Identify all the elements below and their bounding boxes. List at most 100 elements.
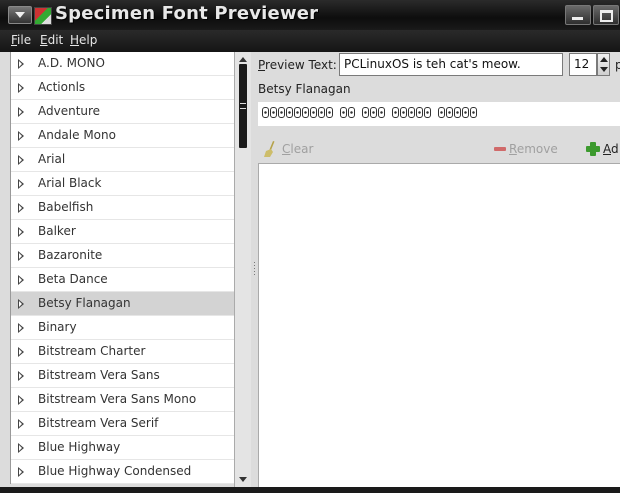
font-list-item-label: Babelfish [38,200,94,214]
spin-up-arrow-icon[interactable] [600,57,608,62]
expander-triangle-icon[interactable] [18,275,24,285]
title-bar[interactable]: Specimen Font Previewer [0,0,620,30]
expander-triangle-icon[interactable] [18,203,24,213]
remove-button-accel: R [509,142,517,156]
font-list[interactable]: A.D. MONO Actionls Adventure Andale Mono… [10,52,234,484]
remove-minus-icon [494,147,506,151]
font-list-item-label: Blue Highway Condensed [38,464,192,478]
font-size-unit-label: p [615,58,620,72]
font-sample-preview [258,102,620,126]
font-list-item[interactable]: Bitstream Vera Serif [11,412,234,436]
app-window: Specimen Font Previewer File Edit Help A… [0,0,620,493]
pane-divider-handle[interactable] [251,52,258,488]
clear-button-label: lear [290,142,314,156]
expander-triangle-icon[interactable] [18,371,24,381]
expander-triangle-icon[interactable] [18,251,24,261]
window-title: Specimen Font Previewer [55,3,319,24]
font-list-item-label: Andale Mono [38,128,116,142]
scroll-up-arrow-icon[interactable] [239,57,247,62]
font-list-item[interactable]: Bitstream Vera Sans Mono [11,388,234,412]
menu-help-accel: H [70,33,80,47]
minimize-button[interactable] [565,5,591,25]
expander-triangle-icon[interactable] [18,467,24,477]
font-list-item[interactable]: Arial [11,148,234,172]
font-list-item-label: Bitstream Charter [38,344,146,358]
window-bottom-edge [0,487,620,493]
preview-toolbar: Clear Remove Ad [258,132,620,166]
add-button-label: d [611,142,619,156]
font-list-item[interactable]: Blue Highway [11,436,234,460]
maximize-button[interactable] [593,5,619,25]
preview-panel: Preview Text: PCLinuxOS is teh cat's meo… [258,52,620,493]
add-plus-icon [586,142,600,156]
font-list-item[interactable]: Balker [11,220,234,244]
font-list-item[interactable]: Bitstream Vera Sans [11,364,234,388]
menu-file-label: ile [17,33,32,47]
broom-icon [264,141,275,157]
expander-triangle-icon[interactable] [18,227,24,237]
font-list-item-label: Balker [38,224,76,238]
font-list-item-label: Blue Highway [38,440,121,454]
font-list-item-label: Betsy Flanagan [38,296,131,310]
expander-triangle-icon[interactable] [18,155,24,165]
add-button[interactable]: Ad [603,142,619,156]
font-list-item-label: Arial Black [38,176,102,190]
expander-triangle-icon[interactable] [18,443,24,453]
window-menu-button[interactable] [8,6,32,24]
font-list-item-label: Bitstream Vera Sans Mono [38,392,197,406]
font-list-item[interactable]: Bazaronite [11,244,234,268]
font-list-item[interactable]: Arial Black [11,172,234,196]
font-list-item-selected[interactable]: Betsy Flanagan [11,292,234,316]
spin-down-arrow-icon[interactable] [600,67,608,72]
menu-help[interactable]: Help [70,33,97,47]
expander-triangle-icon[interactable] [18,323,24,333]
expander-triangle-icon[interactable] [18,83,24,93]
preview-text-label-rest: review Text: [265,58,337,72]
menu-file[interactable]: File [11,33,31,47]
preview-font-name: Betsy Flanagan [258,82,351,96]
preview-canvas[interactable] [258,163,620,493]
font-list-item-label: A.D. MONO [38,56,105,70]
font-list-item[interactable]: Blue Highway Condensed [11,460,234,484]
font-sample-glyphs [262,107,478,118]
font-list-scrollbar[interactable] [234,52,251,488]
font-list-item-label: Bitstream Vera Sans [38,368,160,382]
app-icon [34,7,52,25]
expander-triangle-icon[interactable] [18,179,24,189]
preview-text-label: Preview Text: [258,58,337,72]
font-list-item[interactable]: A.D. MONO [11,52,234,76]
menu-edit-accel: E [40,33,48,47]
font-size-input[interactable]: 12 [569,53,597,76]
font-list-item-label: Binary [38,320,77,334]
font-list-item[interactable]: Binary [11,316,234,340]
menu-edit-label: dit [47,33,64,47]
font-list-item[interactable]: Bitstream Charter [11,340,234,364]
font-list-item-label: Bazaronite [38,248,103,262]
font-list-item[interactable]: Andale Mono [11,124,234,148]
menu-help-label: elp [79,33,98,47]
font-list-item[interactable]: Babelfish [11,196,234,220]
font-list-item[interactable]: Actionls [11,76,234,100]
scrollbar-thumb[interactable] [239,64,247,148]
expander-triangle-icon[interactable] [18,395,24,405]
font-list-item[interactable]: Adventure [11,100,234,124]
font-list-item[interactable]: Beta Dance [11,268,234,292]
expander-triangle-icon[interactable] [18,347,24,357]
expander-triangle-icon[interactable] [18,59,24,69]
expander-triangle-icon[interactable] [18,419,24,429]
clear-button[interactable]: Clear [282,142,313,156]
scroll-down-arrow-icon[interactable] [239,477,247,482]
remove-button[interactable]: Remove [509,142,558,156]
expander-triangle-icon[interactable] [18,107,24,117]
preview-text-input[interactable]: PCLinuxOS is teh cat's meow. [339,53,563,76]
expander-triangle-icon[interactable] [18,131,24,141]
font-list-item-label: Adventure [38,104,101,118]
font-size-spinner[interactable] [597,53,610,76]
add-button-accel: A [603,142,611,156]
font-list-item-label: Actionls [38,80,86,94]
menu-edit[interactable]: Edit [40,33,63,47]
preview-text-label-accel: P [258,58,266,72]
font-list-item-label: Arial [38,152,66,166]
expander-triangle-icon[interactable] [18,299,24,309]
menu-bar: File Edit Help [0,30,620,52]
